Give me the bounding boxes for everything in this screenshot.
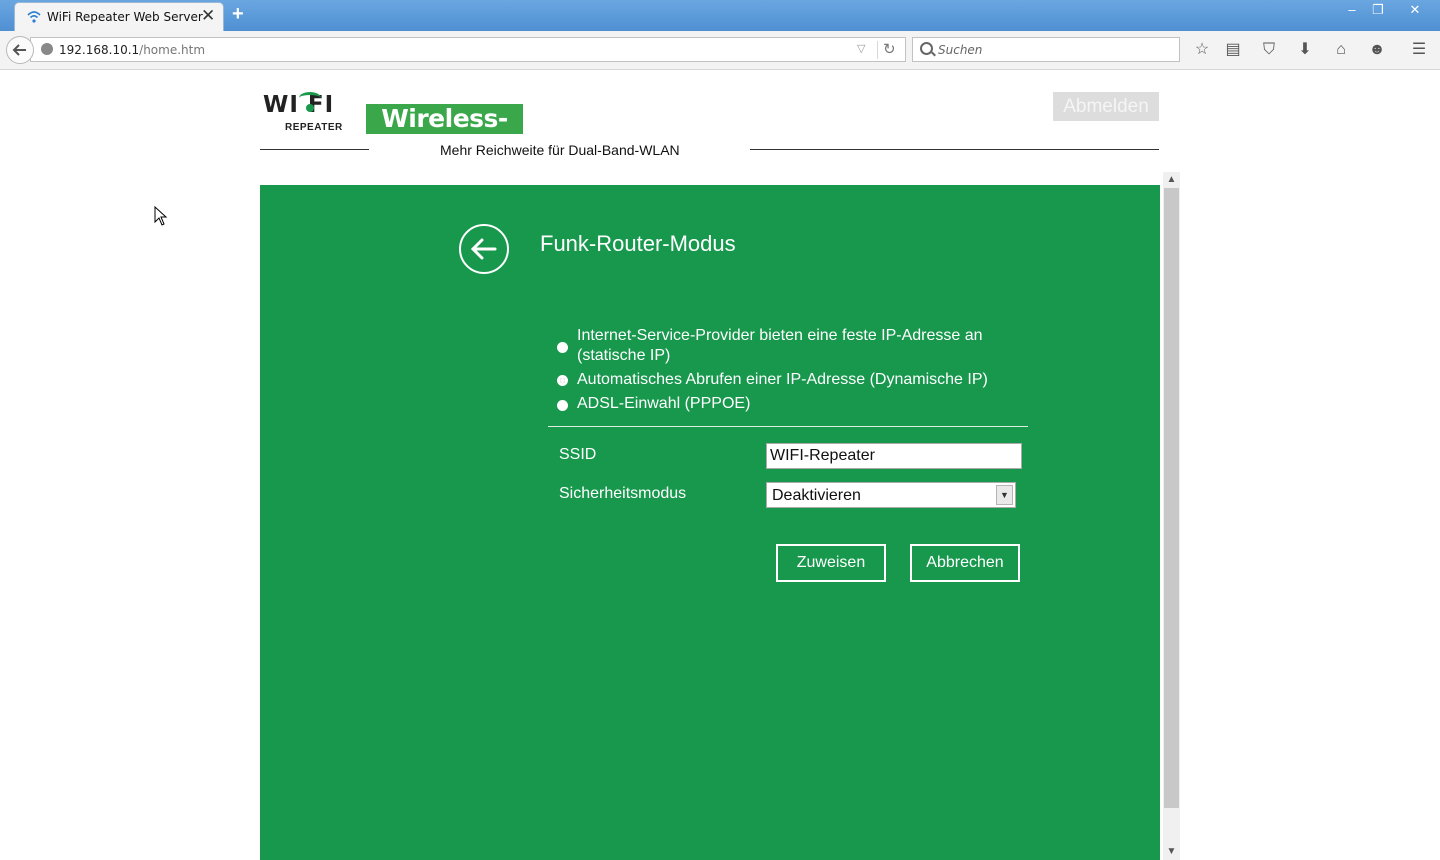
new-tab-button[interactable]: + — [232, 3, 244, 26]
search-bar[interactable]: Suchen — [912, 37, 1180, 62]
radio-static-ip[interactable] — [557, 342, 568, 353]
tab-close-icon[interactable]: ✕ — [201, 6, 215, 26]
url-separator — [877, 41, 878, 59]
logo-subtext: REPEATER — [285, 122, 343, 133]
scroll-down-arrow[interactable]: ▼ — [1163, 844, 1180, 860]
page-title: Funk-Router-Modus — [540, 231, 736, 256]
url-bar[interactable]: 192.168.10.1/home.htm ▽ ↻ — [30, 37, 906, 62]
chevron-down-icon[interactable]: ▼ — [996, 485, 1013, 505]
ssid-label: SSID — [559, 446, 597, 463]
logout-button[interactable]: Abmelden — [1053, 92, 1159, 121]
back-nav-button[interactable] — [459, 224, 509, 274]
search-input[interactable]: Suchen — [938, 43, 982, 57]
home-icon[interactable]: ⌂ — [1331, 40, 1351, 60]
apply-button[interactable]: Zuweisen — [776, 544, 886, 582]
back-arrow-icon — [470, 238, 497, 260]
settings-panel: Funk-Router-Modus Internet-Service-Provi… — [260, 185, 1160, 860]
section-divider — [548, 426, 1028, 427]
browser-navbar: 192.168.10.1/home.htm ▽ ↻ Suchen ☆ ▤ ⛉ ⬇… — [0, 31, 1440, 70]
chat-icon[interactable]: ☻ — [1367, 40, 1387, 60]
restore-button[interactable]: ❐ — [1363, 0, 1393, 22]
url-dropdown-icon[interactable]: ▽ — [857, 42, 865, 55]
brand-badge: Wireless-AC — [366, 104, 523, 163]
logo-signal-dot — [306, 104, 314, 112]
option-label: ADSL-Einwahl (PPPOE) — [577, 395, 751, 412]
download-icon[interactable]: ⬇ — [1295, 40, 1315, 60]
mouse-cursor-icon — [154, 206, 168, 226]
close-window-button[interactable]: ✕ — [1400, 0, 1430, 22]
back-arrow-icon — [12, 44, 26, 56]
menu-icon[interactable]: ☰ — [1409, 40, 1429, 60]
star-icon[interactable]: ☆ — [1192, 40, 1212, 60]
security-mode-label: Sicherheitsmodus — [559, 485, 687, 502]
pocket-icon[interactable]: ⛉ — [1259, 40, 1279, 60]
scroll-up-arrow[interactable]: ▲ — [1163, 172, 1180, 188]
wifi-icon — [27, 11, 41, 23]
back-button[interactable] — [6, 36, 34, 64]
option-label: Internet-Service-Provider bieten eine fe… — [577, 327, 983, 364]
logo-signal-arc — [299, 92, 321, 104]
reading-list-icon[interactable]: ▤ — [1223, 40, 1243, 60]
tagline: Mehr Reichweite für Dual-Band-WLAN — [440, 142, 680, 158]
scrollbar-thumb[interactable] — [1164, 188, 1179, 808]
header-rule-right — [750, 149, 1159, 150]
tab-title: WiFi Repeater Web Server — [47, 10, 203, 24]
option-label: Automatisches Abrufen einer IP-Adresse (… — [577, 371, 988, 388]
wifi-repeater-logo: WI FI REPEATER — [263, 92, 358, 134]
security-mode-value: Deaktivieren — [772, 487, 861, 504]
browser-tab[interactable]: WiFi Repeater Web Server ✕ — [14, 2, 224, 31]
header-rule-left — [260, 149, 369, 150]
radio-pppoe[interactable] — [557, 400, 568, 411]
radio-dynamic-ip[interactable] — [557, 375, 568, 386]
ssid-input[interactable]: WIFI-Repeater — [766, 443, 1022, 469]
browser-titlebar: WiFi Repeater Web Server ✕ + – ❐ ✕ — [0, 0, 1440, 31]
cancel-button[interactable]: Abbrechen — [910, 544, 1020, 582]
site-info-icon[interactable] — [41, 43, 53, 55]
url-text[interactable]: 192.168.10.1/home.htm — [59, 43, 205, 57]
search-icon — [920, 42, 933, 55]
reload-icon[interactable]: ↻ — [883, 40, 896, 58]
security-mode-select[interactable]: Deaktivieren ▼ — [766, 482, 1016, 508]
